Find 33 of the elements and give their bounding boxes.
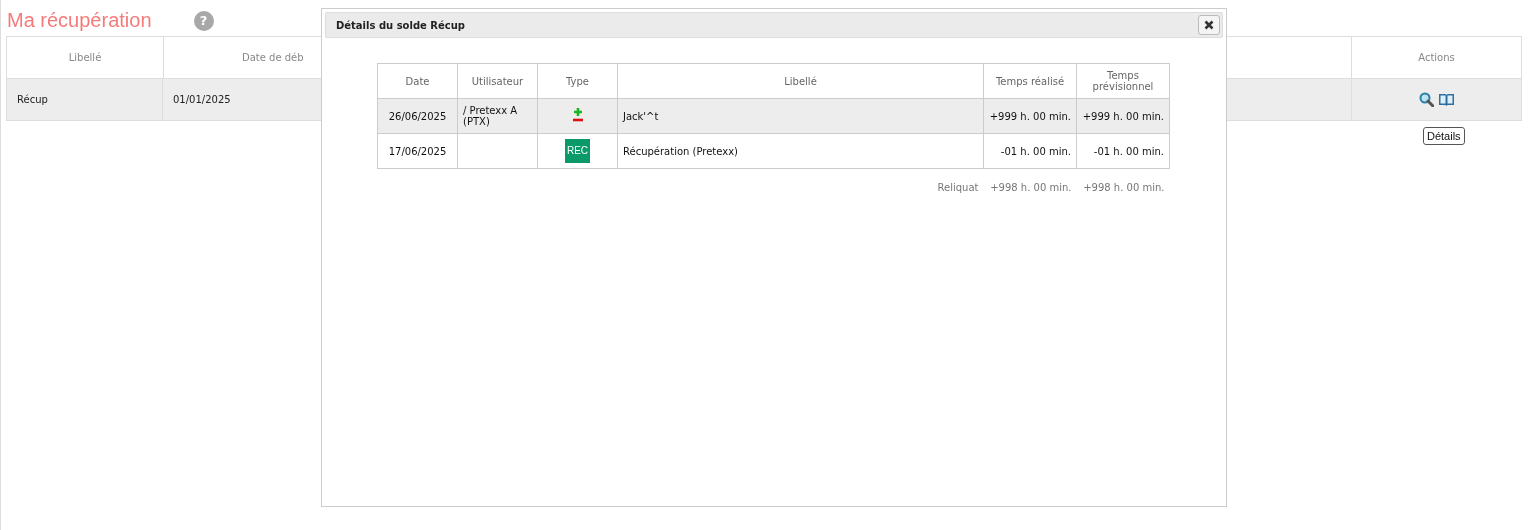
table-cell: -01 h. 00 min.: [1000, 145, 1071, 157]
search-icon[interactable]: [1418, 92, 1434, 107]
close-icon: [1204, 20, 1214, 30]
column-header: Date: [405, 75, 430, 87]
column-header: Utilisateur: [471, 75, 524, 87]
column-header: Actions: [1418, 52, 1455, 63]
tooltip: Détails: [1423, 127, 1465, 145]
column-header: Temps prévisionnel: [1092, 70, 1154, 92]
table-cell: Récupération (Pretexx): [623, 145, 738, 157]
close-button[interactable]: [1198, 15, 1220, 35]
remainder-value: +998 h. 00 min.: [990, 181, 1072, 193]
remainder-value: +998 h. 00 min.: [1083, 181, 1165, 193]
column-header: Libellé: [784, 75, 817, 87]
table-cell: +999 h. 00 min.: [989, 110, 1071, 122]
table-cell: 17/06/2025: [388, 145, 447, 157]
help-button[interactable]: ?: [193, 10, 214, 31]
remainder-label: Reliquat: [937, 181, 979, 193]
page-title: Ma récupération: [7, 9, 152, 32]
table-cell: Jack'^t: [623, 110, 659, 122]
column-header: Libellé: [68, 52, 102, 63]
column-header: Date de déb: [242, 52, 304, 63]
table-cell: +999 h. 00 min.: [1082, 110, 1164, 122]
plus-minus-icon: [571, 108, 584, 122]
book-icon[interactable]: [1437, 93, 1455, 106]
table-cell: 01/01/2025: [173, 94, 231, 105]
table-cell: / Pretexx A (PTX): [463, 105, 518, 127]
table-cell: -01 h. 00 min.: [1093, 145, 1164, 157]
column-header: Temps réalisé: [995, 75, 1065, 87]
table-cell: 26/06/2025: [388, 110, 447, 122]
column-header: Type: [566, 75, 589, 87]
table-cell: Récup: [17, 94, 48, 105]
type-badge: REC: [565, 139, 590, 163]
dialog-title: Détails du solde Récup: [336, 19, 466, 31]
